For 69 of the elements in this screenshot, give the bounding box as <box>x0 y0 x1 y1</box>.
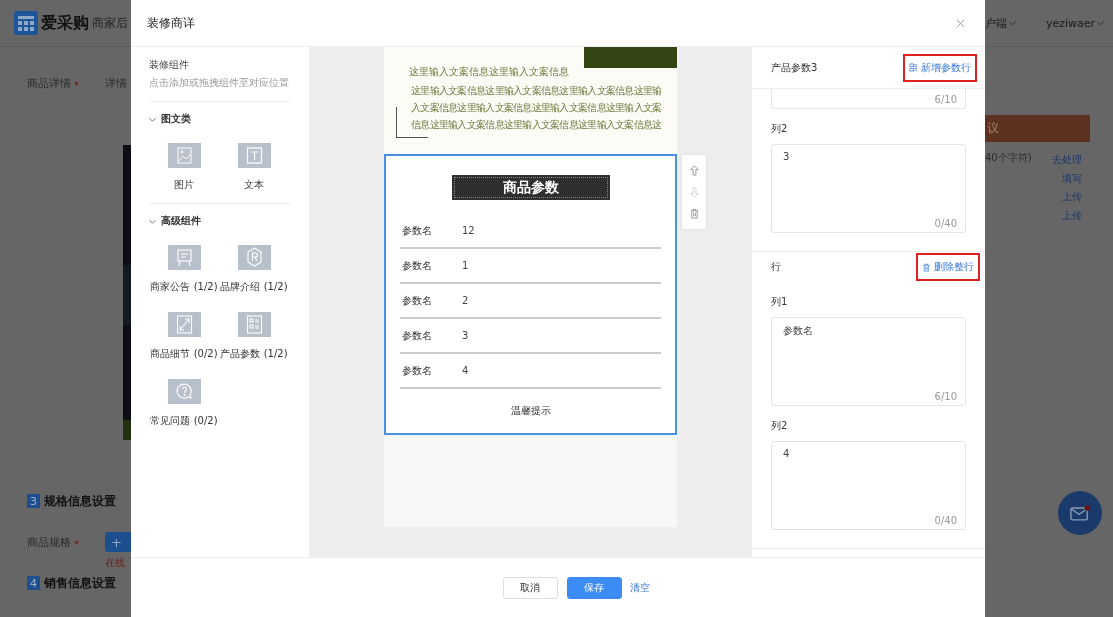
param-module[interactable]: 商品参数 参数名 12 参数名 1 参数名 2 参数名 3 参数名 4 温馨提示 <box>384 154 677 435</box>
char-count: 6/10 <box>934 391 957 402</box>
param-value: 12 <box>462 225 475 236</box>
param-value: 1 <box>462 260 469 271</box>
arrow-up-icon[interactable] <box>688 165 700 177</box>
group-header[interactable]: 图文类 <box>149 112 291 126</box>
param-name: 参数名 <box>401 223 433 238</box>
suggestion-header: 议 <box>985 115 1090 142</box>
logo-icon <box>14 11 38 35</box>
group-title: 图文类 <box>161 112 191 126</box>
easel-icon <box>167 245 201 270</box>
field-label: 列2 <box>771 122 789 136</box>
group-title: 高级组件 <box>161 214 201 228</box>
text-box-icon <box>237 143 271 168</box>
panel-title: 装修组件 <box>149 58 190 72</box>
mail-icon <box>1070 504 1090 522</box>
section-number: 3 <box>27 494 40 508</box>
param-name: 参数名 <box>401 258 433 273</box>
table-icon <box>909 63 918 72</box>
text-area-field[interactable]: 4 0/40 <box>771 441 966 530</box>
text-area-field[interactable]: 3 0/40 <box>771 144 966 233</box>
char-count: 0/40 <box>934 218 957 229</box>
param-value: 2 <box>462 295 469 306</box>
close-icon[interactable] <box>956 18 965 28</box>
delete-icon <box>922 262 931 272</box>
image-icon <box>167 143 201 168</box>
logo-text: 爱采购 <box>41 12 89 34</box>
panel-title: 产品参数3 <box>771 60 818 75</box>
clear-link[interactable]: 清空 <box>629 580 650 595</box>
component-item[interactable]: 文本 <box>219 143 289 192</box>
component-item[interactable]: 品牌介绍 (1/2) <box>219 245 289 294</box>
dialog-title: 装修商详 <box>147 14 195 32</box>
delete-row-link[interactable]: 删除整行 <box>916 253 980 281</box>
section-number: 4 <box>27 576 40 590</box>
text-area-field[interactable]: 参数名 6/10 <box>771 317 966 406</box>
hint-text: 点击添加或拖拽组件至对应位置 <box>149 76 291 102</box>
expand-icon <box>167 312 201 337</box>
param-name: 参数名 <box>401 293 433 308</box>
note-text: 温馨提示 <box>510 404 551 418</box>
param-value: 4 <box>462 365 469 376</box>
error-text: 在线 <box>104 556 126 570</box>
component-item[interactable]: 产品参数 (1/2) <box>219 312 289 361</box>
question-icon <box>167 379 201 404</box>
component-item[interactable]: 商家公告 (1/2) <box>149 245 219 294</box>
param-name: 参数名 <box>401 328 433 343</box>
cancel-button[interactable]: 取消 <box>502 576 558 599</box>
param-name: 参数名 <box>401 363 433 378</box>
list-icon <box>237 312 271 337</box>
body-text: 这里输入文案信息这里输入文案信息 <box>409 65 569 79</box>
section-title: 规格信息设置 <box>44 492 116 510</box>
field-label: 列2 <box>771 419 789 433</box>
chevron-down-icon <box>1097 20 1105 26</box>
body-text: 这里输入文案信息这里输入文案信息这里输入文案信息这里输入文案信息这里输入文案信息这里输入文案信息这里输入文案信息这里输入文案信息这里输入文案信息这里输入文案信息这 <box>411 84 663 132</box>
char-count: 0/40 <box>934 515 957 526</box>
section-title: 销售信息设置 <box>44 574 116 592</box>
component-item[interactable]: 图片 <box>149 143 219 192</box>
row-title: 行 <box>771 260 781 274</box>
app-name: 商家后 <box>92 14 128 32</box>
param-value: 3 <box>462 330 469 341</box>
chevron-down-icon <box>1009 20 1016 26</box>
delete-icon[interactable] <box>688 207 700 219</box>
char-count: 6/10 <box>934 94 957 105</box>
mail-button[interactable] <box>1058 491 1102 535</box>
group-header[interactable]: 高级组件 <box>149 214 291 228</box>
add-row-link[interactable]: 新增参数行 <box>903 53 977 82</box>
component-item[interactable]: 商品细节 (0/2) <box>149 312 219 361</box>
component-item[interactable]: 常见问题 (0/2) <box>149 379 219 428</box>
field-label: 列1 <box>771 295 789 309</box>
module-title: 商品参数 <box>451 175 610 200</box>
